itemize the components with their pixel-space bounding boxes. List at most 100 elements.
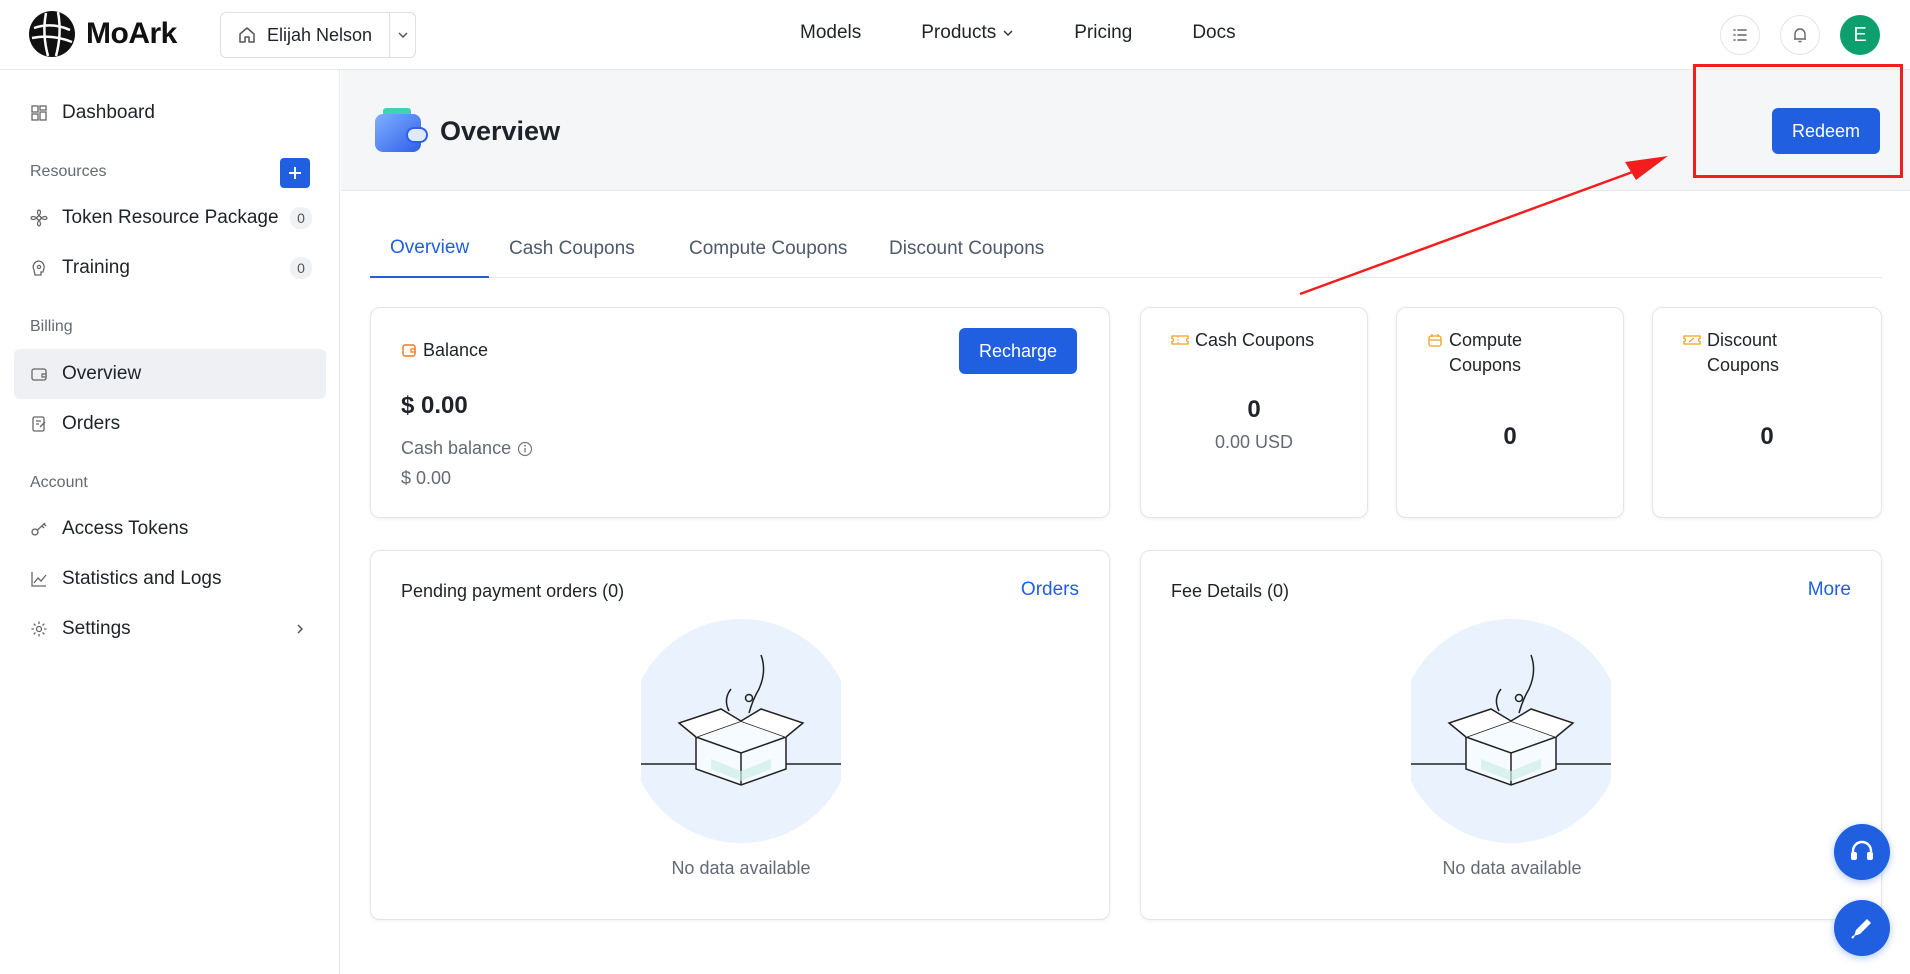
discount-coupons-count: 0 — [1760, 423, 1774, 450]
section-account: Account — [30, 474, 88, 491]
wallet-icon — [402, 344, 416, 357]
globe-logo-icon — [29, 11, 75, 57]
workspace-dropdown-button[interactable] — [389, 13, 415, 57]
info-icon[interactable] — [517, 441, 533, 457]
top-nav: Models Products Pricing Docs — [800, 22, 1236, 44]
sidebar-item-label: Overview — [62, 363, 142, 384]
headset-icon — [1851, 840, 1873, 860]
cash-coupons-usd: 0.00 USD — [1214, 432, 1294, 452]
dashboard-icon — [31, 105, 47, 121]
user-avatar[interactable]: E — [1840, 15, 1880, 55]
logo[interactable]: MoArk — [28, 10, 177, 58]
page-header: Overview Redeem — [341, 70, 1910, 191]
sidebar-item-training[interactable]: Training 0 — [14, 243, 326, 293]
recharge-button[interactable]: Recharge — [959, 328, 1077, 374]
add-resource-button[interactable] — [280, 158, 310, 188]
workspace-main[interactable]: Elijah Nelson — [221, 13, 389, 57]
cash-coupons-title: Cash Coupons — [1171, 328, 1314, 353]
chevron-down-icon — [1003, 30, 1013, 36]
top-bar: MoArk Elijah Nelson Models Products Pric… — [0, 0, 1910, 70]
calendar-icon — [1428, 334, 1442, 347]
workspace-name: Elijah Nelson — [267, 24, 373, 45]
orders-link[interactable]: Orders — [1021, 579, 1079, 601]
bell-icon — [1794, 28, 1806, 43]
compute-coupons-label: Compute Coupons — [1449, 328, 1522, 378]
section-resources: Resources — [30, 163, 107, 180]
sidebar-item-statistics[interactable]: Statistics and Logs — [14, 554, 326, 604]
sidebar-item-label: Token Resource Package — [62, 207, 279, 228]
tab-compute-coupons[interactable]: Compute Coupons — [669, 220, 867, 278]
brand-name: MoArk — [86, 17, 177, 50]
empty-box-illustration — [1411, 619, 1611, 843]
balance-card: Balance Recharge $ 0.00 Cash balance $ 0… — [370, 307, 1110, 518]
sidebar-item-label: Settings — [62, 618, 131, 639]
sidebar-item-label: Orders — [62, 413, 121, 434]
count-badge: 0 — [290, 207, 312, 229]
plus-icon — [289, 167, 301, 179]
support-button[interactable] — [1834, 824, 1890, 880]
brain-icon — [32, 260, 45, 276]
count-badge: 0 — [290, 257, 312, 279]
compute-coupons-line1: Compute — [1449, 330, 1523, 350]
sidebar-item-access-tokens[interactable]: Access Tokens — [14, 504, 326, 554]
cash-coupons-label: Cash Coupons — [1195, 330, 1315, 350]
discount-coupons-title: Discount Coupons — [1683, 328, 1779, 378]
pending-orders-empty: No data available — [671, 858, 811, 878]
compute-coupons-count: 0 — [1503, 423, 1517, 450]
annotation-highlight-box — [1693, 64, 1903, 178]
tab-cash-coupons[interactable]: Cash Coupons — [489, 220, 655, 278]
chevron-right-icon — [297, 624, 304, 634]
sidebar-item-orders[interactable]: Orders — [14, 399, 326, 449]
discount-coupons-line2: Coupons — [1707, 355, 1780, 375]
compute-coupons-title: Compute Coupons — [1427, 328, 1522, 378]
sidebar-item-label: Dashboard — [62, 102, 155, 123]
notifications-button[interactable] — [1780, 15, 1820, 55]
balance-amount: $ 0.00 — [401, 392, 468, 419]
home-icon — [239, 27, 255, 43]
workspace-selector[interactable]: Elijah Nelson — [220, 12, 416, 58]
sidebar-item-settings[interactable]: Settings — [14, 604, 326, 654]
nav-docs[interactable]: Docs — [1192, 22, 1235, 44]
gear-icon — [31, 621, 47, 637]
section-billing: Billing — [30, 318, 73, 335]
compute-coupons-line2: Coupons — [1449, 355, 1522, 375]
sidebar-item-dashboard[interactable]: Dashboard — [14, 88, 326, 138]
tab-discount-coupons[interactable]: Discount Coupons — [869, 220, 1064, 278]
discount-coupons-card[interactable]: Discount Coupons 0 — [1652, 307, 1882, 518]
nav-products-label: Products — [921, 22, 997, 43]
nav-products[interactable]: Products — [921, 22, 1014, 44]
top-actions: E — [1720, 15, 1880, 55]
fee-details-empty: No data available — [1442, 858, 1582, 878]
page-title: Overview — [440, 116, 561, 146]
pending-orders-card: Pending payment orders (0) Orders No dat… — [370, 550, 1110, 920]
empty-box-illustration — [641, 619, 841, 843]
list-icon — [1733, 29, 1747, 41]
fee-details-card: Fee Details (0) More No data available — [1140, 550, 1882, 920]
key-icon — [31, 522, 47, 536]
discount-coupons-label: Discount Coupons — [1707, 328, 1779, 378]
chevron-down-icon — [397, 32, 408, 39]
pencil-icon — [1851, 919, 1871, 939]
main-content: Overview Redeem Overview Cash Coupons Co… — [341, 70, 1910, 974]
tab-overview[interactable]: Overview — [370, 220, 489, 278]
balance-title-label: Balance — [423, 340, 489, 360]
feedback-button[interactable] — [1834, 900, 1890, 956]
wallet-illustration-icon — [375, 108, 428, 152]
sidebar-item-overview[interactable]: Overview — [14, 349, 326, 399]
nav-models[interactable]: Models — [800, 22, 861, 44]
tab-bar: Overview Cash Coupons Compute Coupons Di… — [370, 220, 1882, 278]
discount-coupons-line1: Discount — [1707, 330, 1778, 350]
cash-balance-value: $ 0.00 — [401, 468, 452, 488]
compute-coupons-card[interactable]: Compute Coupons 0 — [1396, 307, 1624, 518]
nav-pricing[interactable]: Pricing — [1074, 22, 1132, 44]
orders-icon — [32, 416, 46, 432]
cash-balance-label: Cash balance — [401, 438, 533, 459]
balance-title: Balance — [401, 338, 488, 363]
fan-icon — [30, 209, 48, 227]
sidebar-item-token-package[interactable]: Token Resource Package 0 — [14, 193, 326, 243]
more-link[interactable]: More — [1808, 579, 1851, 601]
task-list-button[interactable] — [1720, 15, 1760, 55]
sidebar: Dashboard Resources Token Resource Packa… — [0, 70, 340, 974]
discount-ticket-icon — [1683, 335, 1701, 345]
cash-coupons-card[interactable]: Cash Coupons 0 0.00 USD — [1140, 307, 1368, 518]
